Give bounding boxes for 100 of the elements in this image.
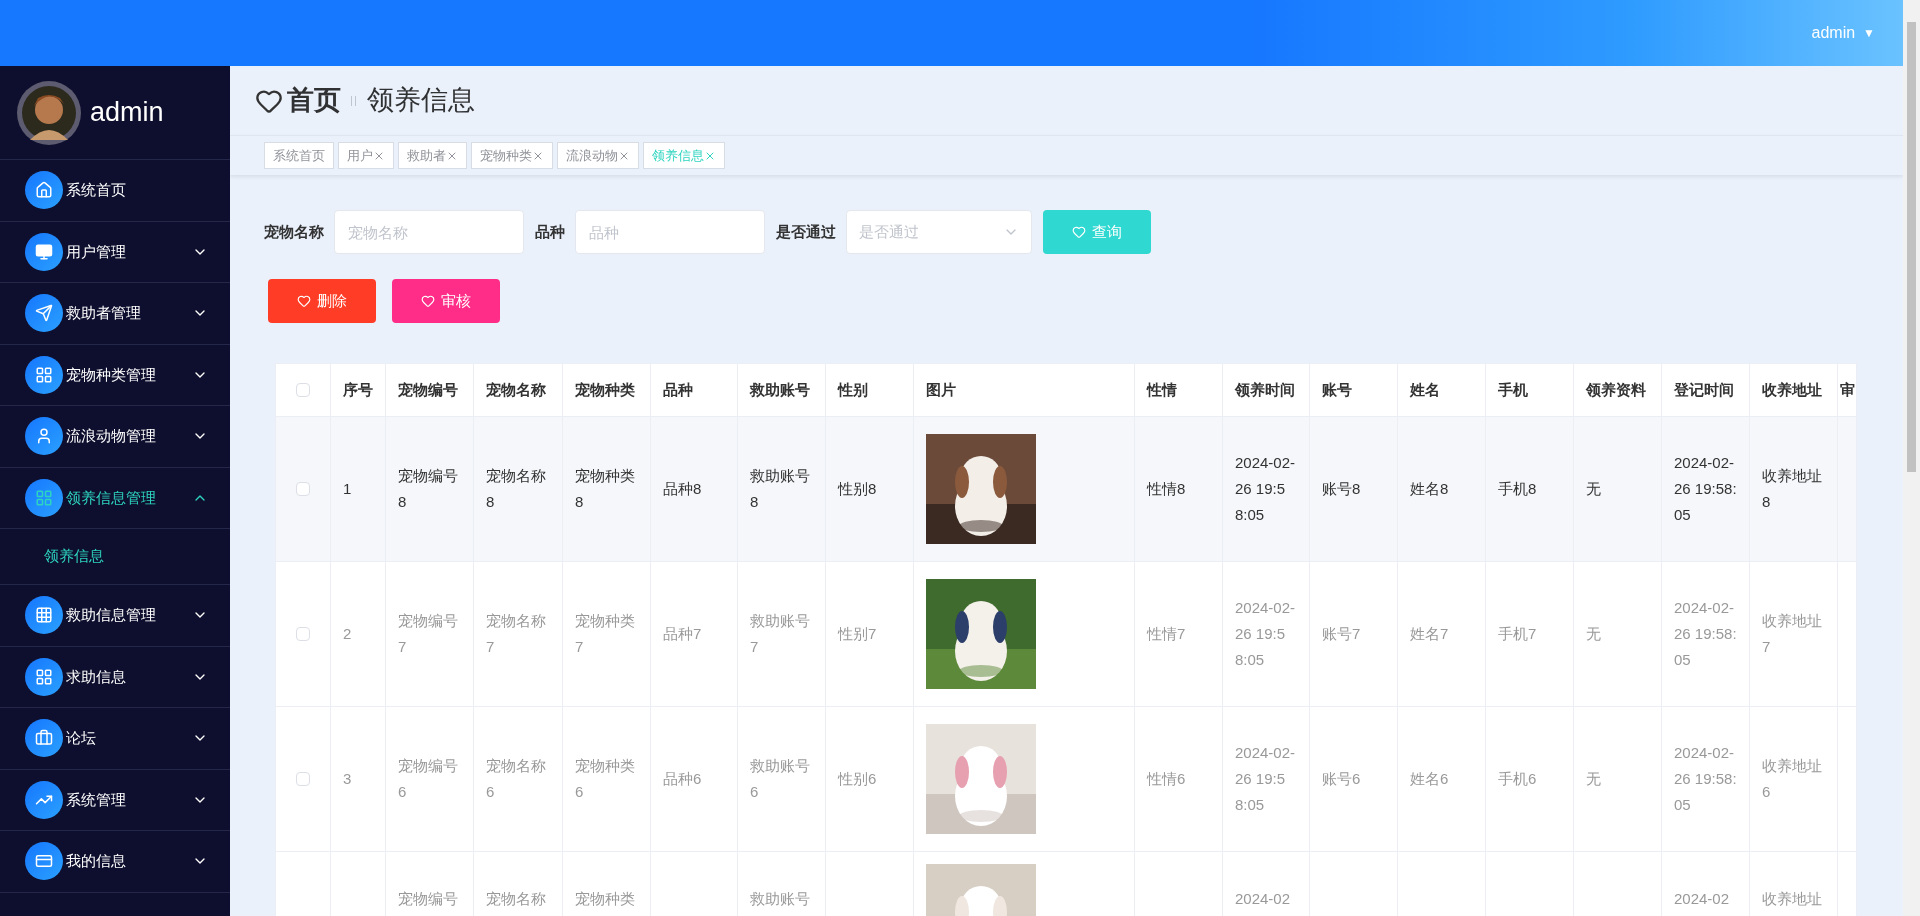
table-cell-text: 2024-02-26 19:58:05	[1674, 598, 1737, 670]
field-label: 是否通过	[776, 221, 836, 242]
table-cell-text: 1	[343, 479, 352, 499]
table-cell-text: 姓名8	[1410, 479, 1449, 499]
menu-item[interactable]: 系统首页	[0, 160, 230, 222]
column-header: 登记时间	[1674, 379, 1734, 400]
menu-item[interactable]: 流浪动物管理	[0, 406, 230, 468]
column-header: 姓名	[1410, 379, 1440, 400]
table-cell-text: 宠物名称6	[486, 756, 547, 802]
table-cell-text: 救助账号	[750, 889, 810, 909]
table-cell-text: 2024-02-26 19:58:05	[1235, 453, 1297, 525]
grid-icon	[25, 355, 63, 394]
grid-icon	[25, 657, 63, 696]
heart-icon	[421, 294, 435, 308]
table-cell-text: 无	[1586, 479, 1601, 499]
menu-item[interactable]: 救助者管理	[0, 283, 230, 345]
column-header: 审	[1840, 379, 1855, 400]
menu-item[interactable]: 用户管理	[0, 221, 230, 283]
checkbox[interactable]	[296, 627, 310, 641]
action-button[interactable]: 审核	[392, 279, 500, 323]
column-header: 宠物编号	[398, 379, 458, 400]
column-header: 领养时间	[1235, 379, 1295, 400]
table-cell-text: 手机8	[1498, 479, 1537, 499]
table-cell-text: 2024-02-26 19:58:05	[1674, 743, 1737, 815]
column-header: 宠物名称	[486, 379, 546, 400]
table-cell-text: 宠物名称8	[486, 466, 547, 512]
menu-item[interactable]: 宠物种类管理	[0, 344, 230, 406]
table-cell-text: 2024-02	[1674, 889, 1730, 909]
table-cell-text: 宠物编号6	[398, 756, 459, 802]
table-cell-text: 性别8	[838, 479, 877, 499]
separator-icon	[351, 93, 357, 108]
table-cell-text: 宠物名称7	[486, 611, 547, 657]
table-cell-text: 手机6	[1498, 769, 1537, 789]
home-icon	[25, 171, 63, 210]
column-header: 手机	[1498, 379, 1528, 400]
column-header: 序号	[343, 379, 373, 400]
column-header: 领养资料	[1586, 379, 1646, 400]
briefcase-icon	[25, 719, 63, 758]
menu-item[interactable]: 求助信息	[0, 646, 230, 708]
table-cell-text: 宠物种类	[575, 889, 635, 909]
monitor-icon	[25, 232, 63, 271]
table-cell-text: 性别7	[838, 624, 877, 644]
column-header: 收养地址	[1762, 379, 1822, 400]
breadcrumb-home[interactable]: 首页	[287, 80, 341, 121]
table-cell-text: 品种8	[663, 479, 702, 499]
table-cell-text: 收养地址7	[1762, 611, 1823, 657]
table-cell-text: 宠物编号8	[398, 466, 459, 512]
table-cell-text: 2	[343, 624, 352, 644]
table-cell-text: 宠物名称	[486, 889, 546, 909]
menu-item[interactable]: 论坛	[0, 708, 230, 770]
table-cell-text: 2024-02	[1235, 889, 1291, 909]
field-label: 品种	[535, 221, 565, 242]
column-header: 性别	[838, 379, 868, 400]
menu-item[interactable]: 救助信息管理	[0, 585, 230, 647]
table-cell-text: 收养地址6	[1762, 756, 1823, 802]
heart-icon	[1072, 225, 1086, 239]
checkbox[interactable]	[296, 482, 310, 496]
table-cell-text: 账号6	[1322, 769, 1361, 789]
table-cell-text: 账号7	[1322, 624, 1361, 644]
checkbox[interactable]	[296, 772, 310, 786]
table-cell-text: 2024-02-26 19:58:05	[1235, 743, 1297, 815]
table-cell-text: 收养地址	[1762, 889, 1822, 909]
column-header: 救助账号	[750, 379, 810, 400]
table-cell-text: 手机7	[1498, 624, 1537, 644]
heart-icon	[297, 294, 311, 308]
action-button[interactable]: 删除	[268, 279, 376, 323]
table-cell-text: 无	[1586, 624, 1601, 644]
table-cell-text: 性情7	[1147, 624, 1186, 644]
table-cell-text: 宠物编号	[398, 889, 458, 909]
column-header: 账号	[1322, 379, 1352, 400]
grid-icon	[25, 596, 63, 635]
table-cell-text: 品种6	[663, 769, 702, 789]
table-cell-text: 宠物种类6	[575, 756, 636, 802]
breadcrumb-current: 领养信息	[367, 84, 475, 118]
table-cell-text: 收养地址8	[1762, 466, 1823, 512]
menu-item[interactable]: 我的信息	[0, 831, 230, 893]
column-header: 品种	[663, 379, 693, 400]
table-cell-text: 宠物种类8	[575, 466, 636, 512]
submenu-item[interactable]: 领养信息	[0, 529, 230, 585]
search-field[interactable]: 品种	[575, 210, 765, 254]
menu-item[interactable]: 领养信息管理	[0, 467, 230, 529]
column-header: 性情	[1147, 379, 1177, 400]
card-icon	[25, 842, 63, 881]
table-cell-text: 救助账号6	[750, 756, 811, 802]
search-field[interactable]: 宠物名称	[334, 210, 524, 254]
table-cell-text: 无	[1586, 769, 1601, 789]
column-header: 宠物种类	[575, 379, 635, 400]
chart-icon	[25, 780, 63, 819]
paper-plane-icon	[25, 294, 63, 333]
grid-icon	[25, 478, 63, 517]
table-cell-text: 2024-02-26 19:58:05	[1235, 598, 1297, 670]
column-header: 图片	[926, 379, 956, 400]
sidebar-username: admin	[90, 96, 164, 130]
table-cell-text: 救助账号8	[750, 466, 811, 512]
table-cell-text: 宠物种类7	[575, 611, 636, 657]
table-cell-text: 宠物编号7	[398, 611, 459, 657]
checkbox[interactable]	[296, 383, 310, 397]
table-cell-text: 账号8	[1322, 479, 1361, 499]
menu-item[interactable]: 系统管理	[0, 769, 230, 831]
person-icon	[25, 417, 63, 456]
